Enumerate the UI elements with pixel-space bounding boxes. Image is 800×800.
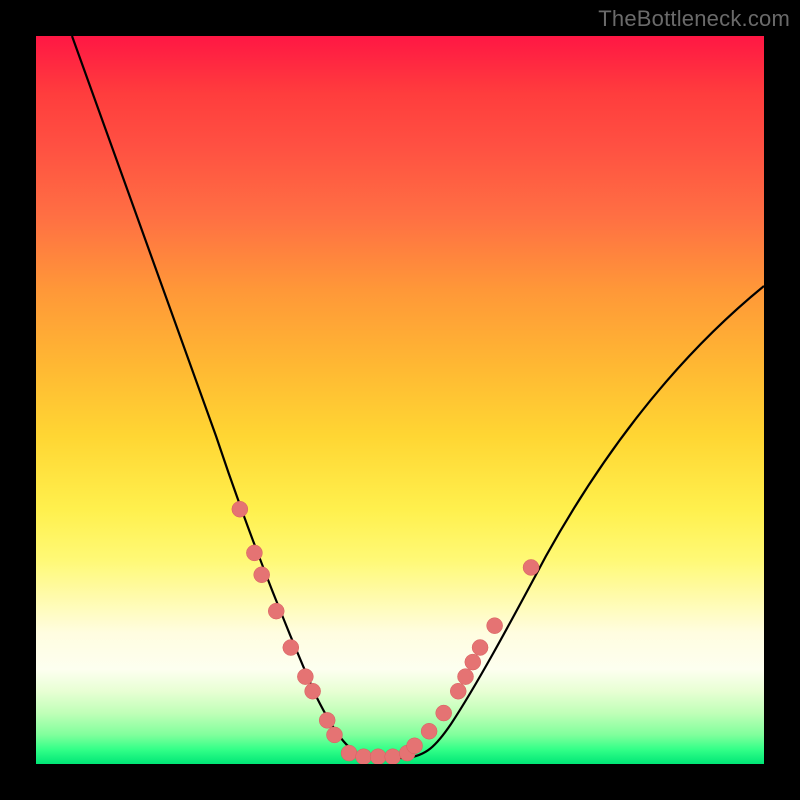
marker-group [232,501,539,764]
data-marker [305,683,321,699]
data-marker [458,669,474,685]
data-marker [356,749,372,764]
data-marker [370,749,386,764]
data-marker [465,654,481,670]
data-marker [326,727,342,743]
data-marker [297,669,313,685]
data-marker [523,559,539,575]
data-marker [407,738,423,754]
chart-frame: TheBottleneck.com [0,0,800,800]
data-marker [283,640,299,656]
chart-svg [36,36,764,764]
bottleneck-curve [72,36,764,758]
data-marker [421,723,437,739]
data-marker [450,683,466,699]
data-marker [232,501,248,517]
plot-area [36,36,764,764]
data-marker [472,640,488,656]
data-marker [254,567,270,583]
data-marker [319,712,335,728]
data-marker [487,618,503,634]
watermark-text: TheBottleneck.com [598,6,790,32]
data-marker [385,749,401,764]
data-marker [341,745,357,761]
data-marker [246,545,262,561]
data-marker [436,705,452,721]
data-marker [268,603,284,619]
